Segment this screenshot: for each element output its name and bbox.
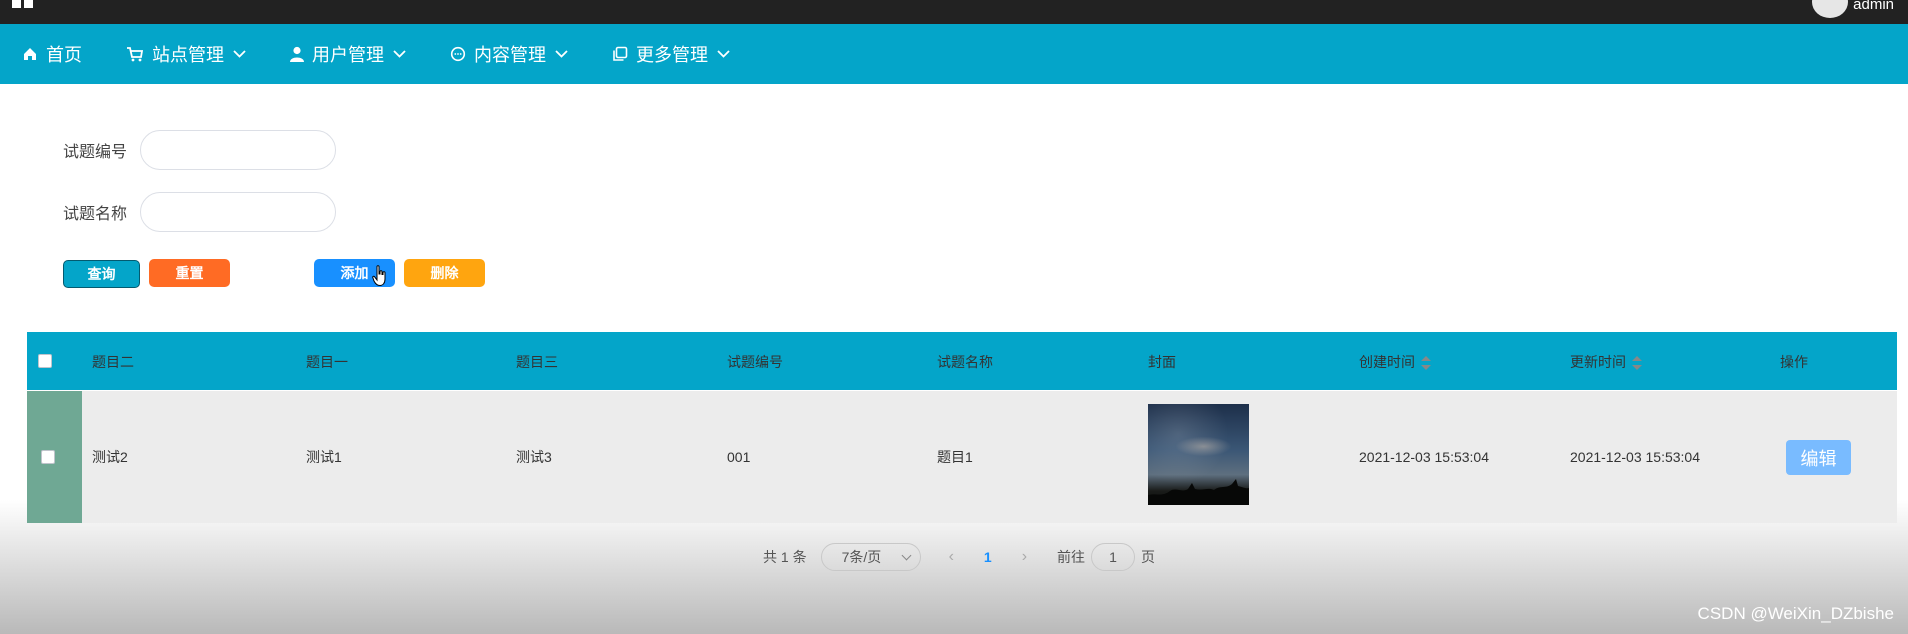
next-page-button[interactable]: › — [1022, 548, 1027, 566]
nav-label-more-management: 更多管理 — [636, 45, 708, 65]
sort-icon[interactable] — [1632, 356, 1642, 371]
page-size-select[interactable]: 7条/页 — [820, 543, 921, 571]
chevron-down-icon — [555, 50, 568, 58]
column-header-cover: 封面 — [1148, 354, 1176, 370]
column-header-question-1: 题目一 — [306, 354, 348, 370]
cart-icon — [127, 47, 144, 62]
chevron-down-icon — [717, 50, 730, 58]
cell-created-time: 2021-12-03 15:53:04 — [1359, 449, 1489, 465]
question-number-label: 试题编号 — [63, 144, 128, 161]
cell-question-name: 题目1 — [937, 449, 973, 465]
edit-button[interactable]: 编辑 — [1786, 440, 1851, 475]
nav-item-user-management[interactable]: 用户管理 — [290, 41, 406, 67]
nav-item-home[interactable]: 首页 — [22, 41, 82, 67]
chevron-down-icon — [901, 550, 912, 561]
palm-silhouette — [1148, 479, 1249, 505]
question-name-label: 试题名称 — [63, 206, 128, 223]
select-all-checkbox[interactable] — [38, 354, 52, 368]
nav-label-user-management: 用户管理 — [312, 45, 384, 65]
nav-item-site-management[interactable]: 站点管理 — [126, 41, 246, 67]
column-header-question-3: 题目三 — [516, 354, 558, 370]
search-button[interactable]: 查询 — [63, 260, 140, 288]
updated-time-label: 更新时间 — [1570, 354, 1626, 370]
home-icon — [24, 48, 36, 60]
hand-cursor-icon — [372, 265, 386, 287]
top-bar: admin — [0, 0, 1908, 24]
question-number-row: 试题编号 — [63, 130, 336, 170]
pagination: 共 1 条 7条/页 ‹ 1 › 前往 1 页 — [763, 543, 1155, 571]
nav-item-more-management[interactable]: 更多管理 — [612, 41, 730, 67]
table-row: 测试2 测试1 测试3 001 题目1 2021-12-03 15:53:04 … — [27, 391, 1897, 523]
chevron-down-icon — [233, 50, 246, 58]
prev-page-button[interactable]: ‹ — [949, 548, 954, 566]
column-header-question-2: 题目二 — [92, 354, 134, 370]
goto-prefix: 前往 — [1057, 549, 1086, 565]
cover-image — [1148, 404, 1249, 505]
table-header: 题目二 题目一 题目三 试题编号 试题名称 封面 创建时间 更新时间 操作 — [27, 332, 1897, 390]
chevron-down-icon — [393, 50, 406, 58]
nav-label-home: 首页 — [46, 45, 82, 65]
watermark: CSDN @WeiXin_DZbishe — [1697, 604, 1894, 623]
column-header-created-time[interactable]: 创建时间 — [1359, 332, 1431, 390]
column-header-question-number: 试题编号 — [727, 354, 783, 370]
column-header-question-name: 试题名称 — [937, 354, 993, 370]
cell-question-2: 测试2 — [92, 449, 128, 465]
username[interactable]: admin — [1853, 0, 1894, 13]
nav-item-content-management[interactable]: 内容管理 — [450, 41, 568, 67]
logo-icon — [12, 0, 34, 8]
cell-question-number: 001 — [727, 449, 751, 465]
pagination-total: 共 1 条 — [763, 549, 807, 565]
chat-icon — [450, 46, 466, 62]
page-number-current[interactable]: 1 — [984, 549, 992, 565]
nav-label-content-management: 内容管理 — [474, 45, 546, 65]
created-time-label: 创建时间 — [1359, 354, 1415, 370]
copy-icon — [613, 46, 628, 61]
question-name-input[interactable] — [140, 192, 336, 232]
column-header-updated-time[interactable]: 更新时间 — [1570, 332, 1642, 390]
cell-updated-time: 2021-12-03 15:53:04 — [1570, 449, 1700, 465]
goto-page-input[interactable]: 1 — [1091, 543, 1136, 571]
avatar[interactable] — [1812, 0, 1848, 18]
question-number-input[interactable] — [140, 130, 336, 170]
row-checkbox[interactable] — [41, 450, 55, 464]
goto-suffix: 页 — [1141, 549, 1156, 565]
page-size-value: 7条/页 — [841, 549, 882, 565]
question-name-row: 试题名称 — [63, 192, 336, 232]
user-icon — [290, 46, 304, 62]
sort-icon[interactable] — [1421, 356, 1431, 371]
cell-question-1: 测试1 — [306, 449, 342, 465]
main-nav: 首页 站点管理 用户管理 内容管理 更多管理 — [0, 24, 1908, 84]
delete-button[interactable]: 删除 — [404, 259, 485, 287]
reset-button[interactable]: 重置 — [149, 259, 230, 287]
cell-question-3: 测试3 — [516, 449, 552, 465]
column-header-actions: 操作 — [1780, 354, 1808, 370]
nav-label-site-management: 站点管理 — [152, 45, 224, 65]
